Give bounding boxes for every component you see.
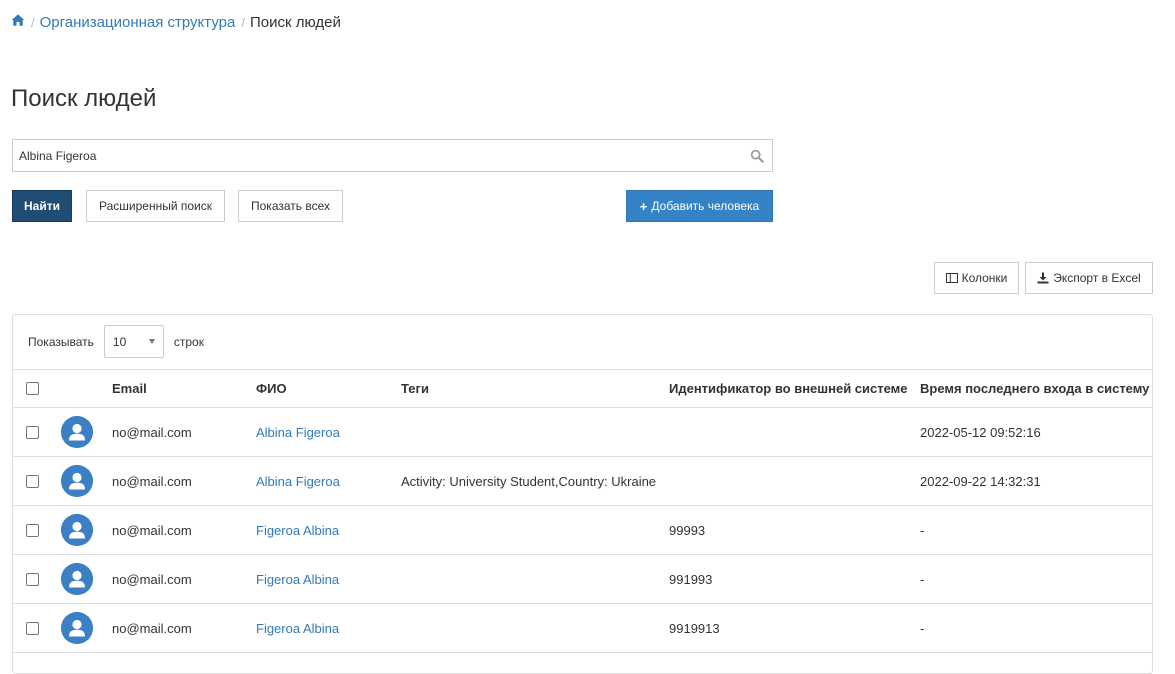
download-icon (1037, 272, 1049, 284)
row-email: no@mail.com (112, 620, 192, 636)
search-input[interactable] (13, 140, 739, 171)
row-email: no@mail.com (112, 522, 192, 538)
add-person-button[interactable]: + Добавить человека (626, 190, 773, 222)
row-checkbox[interactable] (26, 621, 39, 635)
table-row: no@mail.com Albina Figeroa Activity: Uni… (13, 457, 1152, 506)
avatar (61, 408, 93, 456)
row-external-id: 9919913 (669, 620, 720, 636)
user-avatar-icon (61, 563, 93, 595)
columns-icon (945, 273, 958, 283)
column-header-last-login[interactable]: Время последнего входа в систему (920, 370, 1149, 407)
columns-label: Колонки (961, 271, 1008, 285)
user-avatar-icon (61, 416, 93, 448)
column-header-fio[interactable]: ФИО (256, 370, 287, 407)
search-icon[interactable] (750, 149, 764, 163)
breadcrumb-separator: / (31, 14, 35, 30)
advanced-search-button[interactable]: Расширенный поиск (86, 190, 225, 222)
find-button[interactable]: Найти (12, 190, 72, 222)
column-header-external-id[interactable]: Идентификатор во внешней системе (669, 370, 908, 407)
row-external-id: 991993 (669, 571, 713, 587)
row-external-id: 99993 (669, 522, 706, 538)
select-all-checkbox[interactable] (26, 382, 39, 395)
table-row: no@mail.com Figeroa Albina 9919913 - (13, 604, 1152, 653)
avatar (61, 604, 93, 652)
table-body: no@mail.com Albina Figeroa 2022-05-12 09… (13, 408, 1152, 653)
export-excel-button[interactable]: Экспорт в Excel (1025, 262, 1153, 294)
row-fio-link[interactable]: Figeroa Albina (256, 621, 339, 636)
row-email: no@mail.com (112, 571, 192, 587)
row-last-login: - (920, 620, 925, 636)
caret-down-icon (148, 339, 155, 344)
row-fio-link[interactable]: Figeroa Albina (256, 523, 339, 538)
page-length-value: 10 (112, 334, 127, 349)
row-fio-link[interactable]: Albina Figeroa (256, 474, 340, 489)
avatar (61, 555, 93, 603)
page-length-select[interactable]: 10 (103, 325, 164, 358)
user-avatar-icon (61, 612, 93, 644)
table-row: no@mail.com Figeroa Albina 99993 - (13, 506, 1152, 555)
row-email: no@mail.com (112, 424, 192, 440)
row-last-login: - (920, 571, 925, 587)
breadcrumb-current: Поиск людей (249, 13, 341, 31)
breadcrumb: / Организационная структура / Поиск люде… (11, 12, 341, 32)
row-checkbox[interactable] (26, 523, 39, 537)
columns-button[interactable]: Колонки (934, 262, 1019, 294)
table-row: no@mail.com Figeroa Albina 991993 - (13, 555, 1152, 604)
export-label: Экспорт в Excel (1053, 271, 1141, 285)
row-checkbox[interactable] (26, 572, 39, 586)
row-fio-link[interactable]: Albina Figeroa (256, 425, 340, 440)
row-checkbox[interactable] (26, 474, 39, 488)
people-table-panel: Показывать 10 строк Email ФИО Теги Идент… (12, 314, 1153, 674)
user-avatar-icon (61, 514, 93, 546)
home-icon (11, 13, 25, 26)
row-email: no@mail.com (112, 473, 192, 489)
user-avatar-icon (61, 465, 93, 497)
row-last-login: 2022-05-12 09:52:16 (920, 424, 1041, 440)
length-suffix: строк (173, 334, 204, 349)
length-prefix: Показывать (28, 334, 94, 349)
column-header-tags[interactable]: Теги (401, 370, 429, 407)
column-header-email[interactable]: Email (112, 370, 147, 407)
page-length-control: Показывать 10 строк (28, 325, 204, 358)
avatar (61, 457, 93, 505)
row-tags: Activity: University Student,Country: Uk… (401, 473, 657, 489)
table-header: Email ФИО Теги Идентификатор во внешней … (13, 369, 1152, 408)
show-all-button[interactable]: Показать всех (238, 190, 343, 222)
add-person-label: Добавить человека (651, 199, 760, 213)
avatar (61, 506, 93, 554)
search-box (12, 139, 773, 172)
breadcrumb-home[interactable] (11, 13, 25, 31)
table-row: no@mail.com Albina Figeroa 2022-05-12 09… (13, 408, 1152, 457)
row-fio-link[interactable]: Figeroa Albina (256, 572, 339, 587)
page-title: Поиск людей (11, 85, 157, 112)
row-last-login: - (920, 522, 925, 538)
row-last-login: 2022-09-22 14:32:31 (920, 473, 1041, 489)
breadcrumb-org-structure[interactable]: Организационная структура (40, 14, 236, 31)
row-checkbox[interactable] (26, 425, 39, 439)
plus-icon: + (639, 198, 648, 214)
breadcrumb-separator: / (241, 14, 245, 30)
